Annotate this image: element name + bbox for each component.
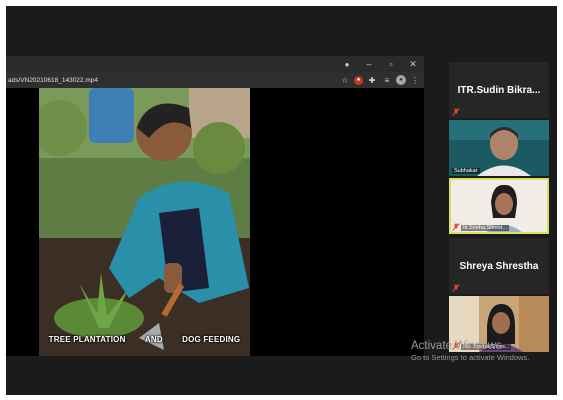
media-queue-icon[interactable]: ≡: [381, 74, 393, 86]
close-button[interactable]: ✕: [402, 56, 424, 72]
maximize-button[interactable]: ▫: [380, 56, 402, 72]
participant-tile[interactable]: ITR.Sudin Bikra...: [449, 62, 549, 118]
video-player[interactable]: TREE PLANTATION AND DOG FEEDING: [6, 88, 424, 356]
caption-word-2: AND: [144, 335, 163, 344]
video-scene-image: [39, 88, 250, 356]
mic-muted-icon: [452, 108, 460, 116]
video-caption: TREE PLANTATION AND DOG FEEDING: [39, 335, 250, 344]
participant-tile[interactable]: Subhakar: [449, 120, 549, 176]
minimize-button[interactable]: –: [358, 56, 380, 72]
window-titlebar: ● – ▫ ✕: [6, 56, 424, 72]
participant-tile[interactable]: Shreya Shrestha: [449, 238, 549, 294]
watermark-title: Activate Windows: [411, 340, 502, 352]
caption-word-3: DOG FEEDING: [182, 335, 241, 344]
mic-muted-icon: [452, 284, 460, 292]
participant-label: Itr.Sneha.Shrest...: [461, 225, 510, 231]
participant-display-name: Shreya Shrestha: [459, 260, 539, 272]
participant-tile-active-speaker[interactable]: Itr.Sneha.Shrest...: [449, 178, 549, 234]
video-frame: TREE PLANTATION AND DOG FEEDING: [39, 88, 250, 356]
url-text[interactable]: ads/VN20210618_143022.mp4: [6, 77, 339, 84]
window-dot-icon: ●: [344, 59, 350, 69]
participant-label: Subhakar: [452, 168, 480, 174]
caption-word-1: TREE PLANTATION: [48, 335, 126, 344]
menu-dots-icon[interactable]: ⋮: [409, 74, 421, 86]
participant-display-name: ITR.Sudin Bikra...: [457, 84, 541, 96]
activate-windows-watermark: Activate Windows Go to Settings to activ…: [411, 339, 529, 363]
mic-muted-icon: [452, 223, 460, 231]
red-extension-icon[interactable]: ●: [354, 75, 363, 85]
puzzle-icon[interactable]: ✚: [366, 74, 378, 86]
star-icon[interactable]: ☆: [339, 74, 351, 86]
meeting-screen: ● – ▫ ✕ ads/VN20210618_143022.mp4 ☆ ● ✚ …: [6, 6, 557, 395]
profile-avatar-icon[interactable]: ●: [396, 75, 406, 85]
address-bar[interactable]: ads/VN20210618_143022.mp4 ☆ ● ✚ ≡ ● ⋮: [6, 72, 424, 88]
watermark-subtitle: Go to Settings to activate Windows.: [411, 353, 530, 362]
shared-browser-window: ● – ▫ ✕ ads/VN20210618_143022.mp4 ☆ ● ✚ …: [6, 56, 424, 356]
